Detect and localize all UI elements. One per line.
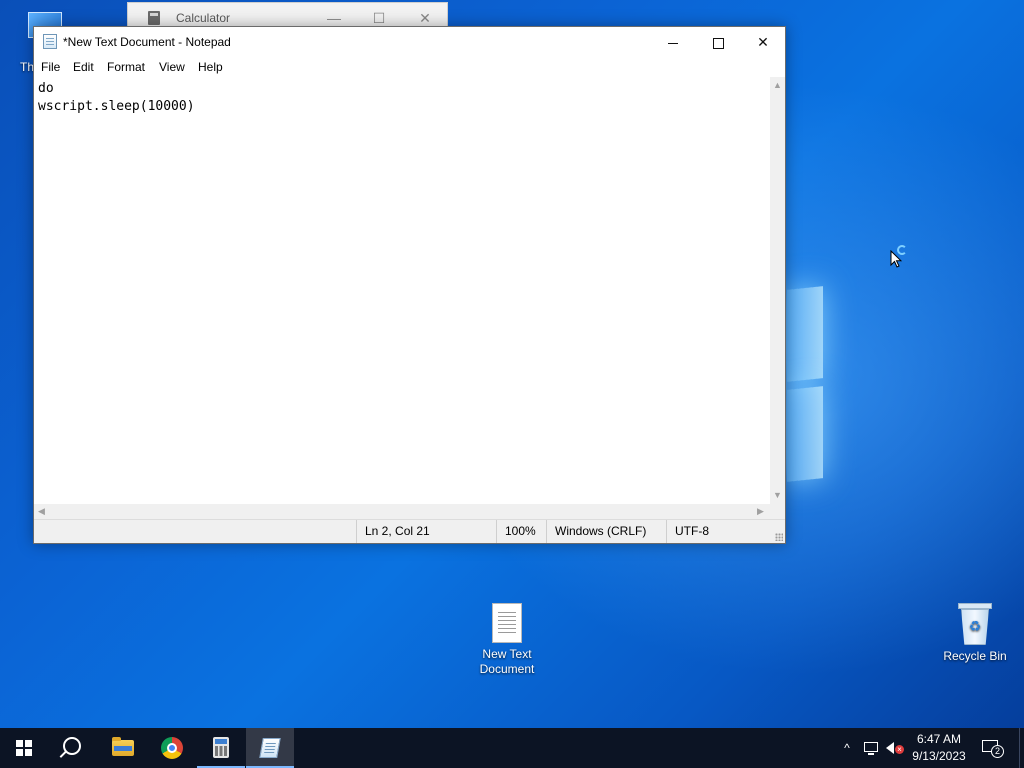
action-center-button[interactable]: 2 <box>982 738 1004 758</box>
text-document-icon <box>492 603 522 643</box>
search-icon <box>63 737 81 755</box>
taskbar-calculator[interactable] <box>197 728 245 768</box>
desktop-icon-recycle-bin[interactable]: ♻ Recycle Bin <box>935 603 1015 664</box>
menu-edit[interactable]: Edit <box>73 60 94 74</box>
minimize-icon: — <box>327 10 341 26</box>
desktop-icon-label: Th <box>20 60 35 74</box>
status-bar: Ln 2, Col 21 100% Windows (CRLF) UTF-8 <box>34 519 785 543</box>
resize-grip-icon[interactable] <box>775 533 783 541</box>
scroll-down-icon[interactable]: ▼ <box>770 490 785 500</box>
show-desktop-button[interactable] <box>1019 728 1024 768</box>
busy-spinner-icon <box>897 245 907 255</box>
recycle-bin-icon: ♻ <box>958 603 992 645</box>
text-editor[interactable]: do wscript.sleep(10000) <box>34 77 770 504</box>
status-cursor-position: Ln 2, Col 21 <box>356 520 496 543</box>
network-icon[interactable] <box>862 728 880 768</box>
menu-file[interactable]: File <box>41 60 60 74</box>
status-line-endings: Windows (CRLF) <box>546 520 666 543</box>
taskbar-chrome[interactable] <box>148 728 196 768</box>
desktop-icon-label: New Text Document <box>479 647 535 676</box>
notepad-icon <box>259 738 281 758</box>
notepad-window[interactable]: *New Text Document - Notepad ✕ File Edit… <box>33 26 786 544</box>
folder-icon <box>112 737 134 756</box>
notepad-icon <box>43 34 57 49</box>
maximize-icon: ☐ <box>372 10 386 26</box>
desktop-icon-new-text-document[interactable]: New Text Document <box>467 603 547 677</box>
show-hidden-icons-button[interactable]: ^ <box>838 728 856 768</box>
volume-muted-icon[interactable]: × <box>884 728 906 768</box>
clock-date: 9/13/2023 <box>912 749 966 763</box>
notification-count-badge: 2 <box>991 745 1004 758</box>
minimize-icon <box>668 42 678 44</box>
window-title: *New Text Document - Notepad <box>63 35 231 49</box>
chevron-up-icon: ^ <box>844 741 850 755</box>
menu-format[interactable]: Format <box>107 60 145 74</box>
muted-badge-icon: × <box>895 745 904 754</box>
maximize-icon <box>712 37 724 49</box>
status-encoding: UTF-8 <box>666 520 785 543</box>
menu-view[interactable]: View <box>159 60 185 74</box>
calculator-icon <box>148 11 160 25</box>
windows-logo-wallpaper <box>787 286 823 482</box>
menu-bar: File Edit Format View Help <box>34 57 785 77</box>
maximize-button[interactable] <box>695 27 741 57</box>
clock[interactable]: 6:47 AM 9/13/2023 <box>908 731 970 765</box>
scroll-up-icon[interactable]: ▲ <box>770 80 785 90</box>
title-bar[interactable]: *New Text Document - Notepad ✕ <box>34 27 785 57</box>
clock-time: 6:47 AM <box>916 732 962 746</box>
close-icon: ✕ <box>757 34 769 50</box>
scroll-right-icon[interactable]: ▶ <box>757 504 764 519</box>
windows-start-icon <box>16 740 32 756</box>
close-button[interactable]: ✕ <box>740 27 786 57</box>
start-button[interactable] <box>0 728 48 768</box>
taskbar-file-explorer[interactable] <box>99 728 147 768</box>
vertical-scrollbar[interactable]: ▲ ▼ <box>770 77 785 504</box>
status-zoom: 100% <box>496 520 546 543</box>
desktop-icon-label: Recycle Bin <box>943 649 1007 663</box>
scrollbar-corner <box>770 504 785 519</box>
desktop: Th New Text Document ♻ Recycle Bin Calcu… <box>0 0 1024 728</box>
window-title: Calculator <box>176 11 231 25</box>
close-icon: ✕ <box>419 10 431 26</box>
calculator-icon <box>213 737 229 758</box>
minimize-button[interactable] <box>650 27 696 57</box>
chrome-icon <box>161 737 183 759</box>
horizontal-scrollbar[interactable]: ◀ ▶ <box>34 504 770 519</box>
taskbar: ^ × 6:47 AM 9/13/2023 2 <box>0 728 1024 768</box>
search-button[interactable] <box>48 728 96 768</box>
menu-help[interactable]: Help <box>198 60 223 74</box>
scroll-left-icon[interactable]: ◀ <box>38 504 45 519</box>
taskbar-notepad[interactable] <box>246 728 294 768</box>
